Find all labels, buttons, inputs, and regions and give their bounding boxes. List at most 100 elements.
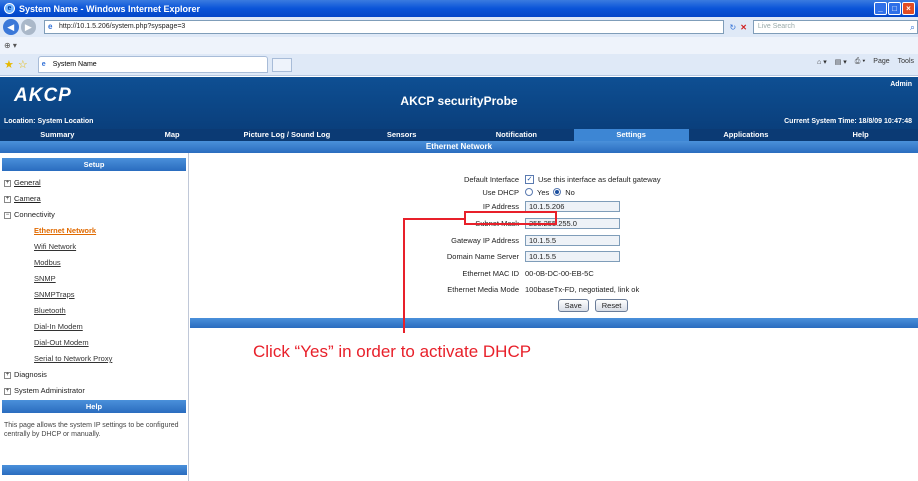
- section-title: Ethernet Network: [0, 141, 918, 153]
- media-mode-label: Ethernet Media Mode: [447, 284, 519, 294]
- sidebar-footer-bar: [2, 465, 187, 475]
- product-title: AKCP securityProbe: [400, 94, 518, 108]
- help-text: This page allows the system IP settings …: [4, 422, 179, 438]
- dhcp-no-radio[interactable]: [553, 188, 562, 196]
- address-bar: ◀ ▶ http://10.1.5.206/system.php?syspage…: [0, 17, 918, 37]
- media-mode-value: 100baseTx-FD, negotiated, link ok: [525, 284, 640, 294]
- dhcp-no-label[interactable]: No: [565, 188, 575, 197]
- links-bar: ⊕ ▾: [0, 37, 918, 54]
- sidebar-item-modbus[interactable]: Modbus: [0, 259, 188, 267]
- dns-field[interactable]: 10.1.5.5: [525, 250, 620, 262]
- page-menu[interactable]: Page: [873, 58, 889, 66]
- sidebar-group-diagnosis[interactable]: + Diagnosis: [0, 371, 188, 379]
- tools-menu[interactable]: Tools: [898, 58, 914, 66]
- refresh-icon[interactable]: ↻: [730, 23, 737, 32]
- sidebar-item-bluetooth[interactable]: Bluetooth: [0, 307, 188, 315]
- location-label: Location: System Location: [4, 118, 94, 125]
- window-titlebar: e System Name - Windows Internet Explore…: [0, 0, 918, 17]
- nav-notification[interactable]: Notification: [459, 129, 574, 141]
- callout-line: [403, 218, 465, 220]
- maximize-button[interactable]: □: [888, 2, 901, 15]
- ip-address-label: IP Address: [482, 201, 519, 211]
- dhcp-yes-label[interactable]: Yes: [537, 188, 549, 197]
- sidebar-group-general[interactable]: + General: [0, 179, 188, 187]
- row-actions: Save Reset: [190, 298, 918, 312]
- row-mac: Ethernet MAC ID 00-0B-DC-00-EB-5C: [190, 266, 918, 280]
- browser-tab[interactable]: System Name: [37, 56, 268, 73]
- user-label: Admin: [890, 81, 912, 88]
- app-banner: AKCP AKCP securityProbe Admin Location: …: [0, 77, 918, 129]
- default-gateway-text: Use this interface as default gateway: [538, 174, 661, 184]
- sidebar-item-dial-out-modem[interactable]: Dial-Out Modem: [0, 339, 188, 347]
- expand-icon: +: [4, 179, 11, 187]
- window-title: System Name - Windows Internet Explorer: [19, 3, 200, 14]
- forward-button[interactable]: ▶: [20, 19, 37, 35]
- search-input[interactable]: Live Search: [752, 20, 918, 34]
- sidebar-group-connectivity[interactable]: − Connectivity: [0, 211, 188, 219]
- main-nav: Summary Map Picture Log / Sound Log Sens…: [0, 129, 918, 141]
- help-header: Help: [2, 400, 186, 413]
- row-use-dhcp: Use DHCP Yes No: [190, 185, 918, 199]
- sidebar-group-label: Connectivity: [14, 210, 55, 219]
- sidebar-item-serial-proxy[interactable]: Serial to Network Proxy: [0, 355, 188, 363]
- default-gateway-checkbox[interactable]: ✓: [525, 174, 534, 184]
- content-footer-bar: [190, 318, 918, 328]
- expand-icon: +: [4, 371, 11, 379]
- callout-vertical-line: [403, 218, 405, 333]
- nav-applications[interactable]: Applications: [689, 129, 804, 141]
- annotation-text: Click “Yes” in order to activate DHCP: [253, 342, 532, 361]
- stop-icon[interactable]: ✕: [740, 23, 747, 32]
- main-content: Default Interface ✓ Use this interface a…: [190, 153, 918, 481]
- page-icon: ⊕ ▾: [4, 41, 17, 50]
- nav-picture-log[interactable]: Picture Log / Sound Log: [230, 129, 345, 141]
- highlight-box: [464, 211, 557, 225]
- sidebar-group-camera[interactable]: + Camera: [0, 195, 188, 203]
- print-icon[interactable]: ⎙ ▾: [855, 58, 866, 66]
- address-actions: ↻ ✕: [730, 23, 747, 32]
- ip-address-field[interactable]: 10.1.5.206: [525, 200, 620, 212]
- sidebar-group-label: General: [14, 178, 41, 187]
- home-icon[interactable]: ⌂ ▾: [817, 58, 827, 66]
- favorites-star-icon[interactable]: ★: [4, 58, 14, 71]
- row-default-interface: Default Interface ✓ Use this interface a…: [190, 172, 918, 186]
- expand-icon: +: [4, 387, 11, 395]
- gateway-field[interactable]: 10.1.5.5: [525, 234, 620, 246]
- url-input[interactable]: http://10.1.5.206/system.php?syspage=3: [44, 20, 724, 34]
- save-button[interactable]: Save: [557, 298, 589, 312]
- nav-help[interactable]: Help: [803, 129, 918, 141]
- expand-icon: +: [4, 195, 11, 203]
- default-interface-label: Default Interface: [463, 174, 519, 184]
- close-button[interactable]: ×: [902, 2, 915, 15]
- collapse-icon: −: [4, 211, 11, 219]
- sidebar-item-snmptraps[interactable]: SNMPTraps: [0, 291, 188, 299]
- sidebar: Setup + General + Camera − Connectivity Eth…: [0, 153, 189, 481]
- gateway-label: Gateway IP Address: [451, 235, 519, 245]
- nav-sensors[interactable]: Sensors: [344, 129, 459, 141]
- radio-selected-dot: [555, 190, 560, 194]
- feeds-icon[interactable]: ▤ ▾: [835, 58, 847, 66]
- dhcp-yes-radio[interactable]: [525, 188, 533, 196]
- setup-header: Setup: [2, 158, 186, 171]
- sidebar-group-label: System Administrator: [14, 386, 85, 395]
- reset-button[interactable]: Reset: [594, 298, 629, 312]
- nav-map[interactable]: Map: [115, 129, 230, 141]
- window-controls: _ □ ×: [874, 2, 915, 15]
- ie-icon: e: [4, 3, 15, 14]
- back-button[interactable]: ◀: [3, 19, 19, 35]
- sidebar-group-sysadmin[interactable]: + System Administrator: [0, 387, 188, 395]
- row-media-mode: Ethernet Media Mode 100baseTx-FD, negoti…: [190, 282, 918, 296]
- row-gateway: Gateway IP Address 10.1.5.5: [190, 233, 918, 247]
- sidebar-item-ethernet-network[interactable]: Ethernet Network: [0, 227, 188, 235]
- mac-value: 00-0B-DC-00-EB-5C: [525, 268, 594, 278]
- command-bar: ⌂ ▾ ▤ ▾ ⎙ ▾ Page Tools: [817, 58, 914, 66]
- sidebar-item-wifi-network[interactable]: Wifi Network: [0, 243, 188, 251]
- nav-summary[interactable]: Summary: [0, 129, 115, 141]
- add-favorites-icon[interactable]: ☆: [18, 58, 28, 71]
- sidebar-item-dial-in-modem[interactable]: Dial-In Modem: [0, 323, 188, 331]
- minimize-button[interactable]: _: [874, 2, 887, 15]
- sidebar-item-snmp[interactable]: SNMP: [0, 275, 188, 283]
- row-dns: Domain Name Server 10.1.5.5: [190, 249, 918, 263]
- new-tab-button[interactable]: [271, 57, 292, 72]
- dns-label: Domain Name Server: [446, 251, 519, 261]
- nav-settings[interactable]: Settings: [573, 129, 689, 141]
